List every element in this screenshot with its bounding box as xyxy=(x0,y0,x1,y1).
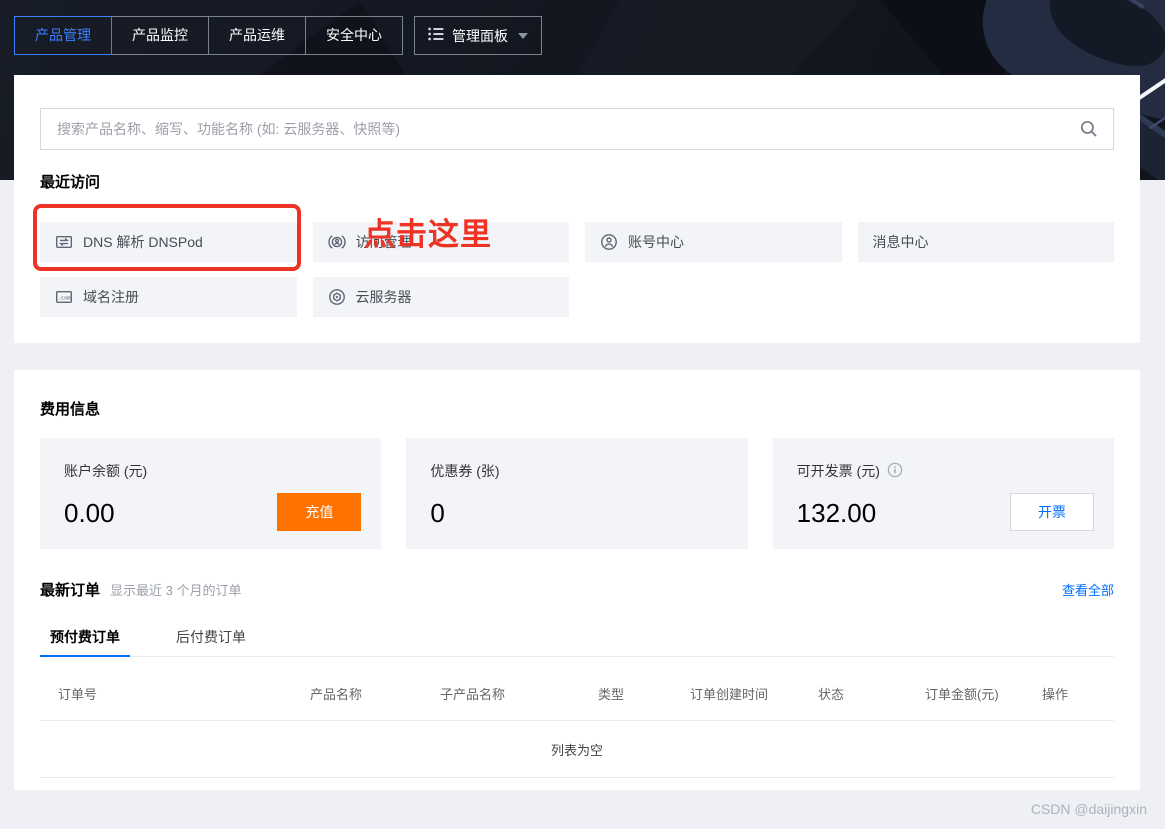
cam-icon xyxy=(327,233,346,251)
view-all-link[interactable]: 查看全部 xyxy=(1062,580,1114,599)
order-tabs: 预付费订单 后付费订单 xyxy=(40,618,1114,657)
col-order-id: 订单号 xyxy=(58,686,98,702)
orders-header: 最新订单 显示最近 3 个月的订单 查看全部 xyxy=(40,579,1114,600)
recent-access-grid: DNS 解析 DNSPod 访问管理 账号中心 消息中心 .com 域名注册 云… xyxy=(40,222,1114,317)
domain-icon: .com xyxy=(55,288,73,306)
billing-cards: 账户余额 (元) 0.00 充值 优惠券 (张) 0 可开发票 (元) 132.… xyxy=(40,438,1114,549)
management-panel-dropdown[interactable]: 管理面板 xyxy=(414,16,542,55)
search-input[interactable] xyxy=(41,121,1079,137)
recent-item-label: 域名注册 xyxy=(83,289,139,305)
col-type: 类型 xyxy=(598,686,625,702)
account-icon xyxy=(600,233,618,251)
product-search xyxy=(40,108,1114,150)
recent-access-title: 最近访问 xyxy=(40,174,101,191)
col-actions: 操作 xyxy=(1042,686,1069,702)
list-icon xyxy=(428,27,444,44)
col-subproduct-name: 子产品名称 xyxy=(440,686,506,702)
tab-prepaid-orders[interactable]: 预付费订单 xyxy=(40,618,130,657)
recent-item-account[interactable]: 账号中心 xyxy=(585,222,842,262)
info-icon[interactable] xyxy=(887,462,903,481)
recent-item-label: DNS 解析 DNSPod xyxy=(83,234,203,250)
tab-postpaid-orders[interactable]: 后付费订单 xyxy=(166,618,256,656)
cvm-icon xyxy=(328,288,346,306)
top-nav: 产品管理 产品监控 产品运维 安全中心 管理面板 xyxy=(14,16,542,55)
coupon-label: 优惠券 (张) xyxy=(430,463,500,479)
orders-table-header: 订单号 产品名称 子产品名称 类型 订单创建时间 状态 订单金额(元) 操作 xyxy=(40,666,1114,721)
balance-card: 账户余额 (元) 0.00 充值 xyxy=(40,438,382,549)
recent-item-message[interactable]: 消息中心 xyxy=(857,222,1114,262)
coupon-card: 优惠券 (张) 0 xyxy=(406,438,748,549)
recent-item-dns[interactable]: DNS 解析 DNSPod xyxy=(40,222,297,262)
click-here-annotation: 点击这里 xyxy=(364,217,492,252)
recent-item-label: 云服务器 xyxy=(355,289,412,305)
col-amount: 订单金额(元) xyxy=(925,686,999,702)
billing-title: 费用信息 xyxy=(40,401,101,418)
recent-item-label: 消息中心 xyxy=(872,234,929,250)
watermark: CSDN @daijingxin xyxy=(1030,801,1147,817)
issue-invoice-button[interactable]: 开票 xyxy=(1009,493,1094,531)
tab-security-center[interactable]: 安全中心 xyxy=(305,16,403,55)
management-panel-label: 管理面板 xyxy=(452,27,508,44)
col-created-time: 订单创建时间 xyxy=(690,686,769,702)
col-product-name: 产品名称 xyxy=(310,686,363,702)
invoice-label: 可开发票 (元) xyxy=(796,463,880,479)
balance-label: 账户余额 (元) xyxy=(64,463,148,479)
search-icon[interactable] xyxy=(1079,119,1099,139)
coupon-value: 0 xyxy=(430,498,445,528)
chevron-down-icon xyxy=(518,32,528,39)
tab-product-monitoring[interactable]: 产品监控 xyxy=(111,16,209,55)
orders-subtitle: 显示最近 3 个月的订单 xyxy=(110,583,242,598)
billing-orders-panel: 费用信息 账户余额 (元) 0.00 充值 优惠券 (张) 0 可开发票 (元)… xyxy=(14,370,1140,790)
col-status: 状态 xyxy=(818,686,845,702)
orders-title: 最新订单 xyxy=(40,582,101,599)
invoice-card: 可开发票 (元) 132.00 开票 xyxy=(772,438,1114,549)
empty-list-message: 列表为空 xyxy=(40,721,1114,778)
recent-item-cvm[interactable]: 云服务器 xyxy=(312,277,569,317)
dns-icon xyxy=(55,233,73,251)
tab-product-management[interactable]: 产品管理 xyxy=(14,16,112,55)
recent-item-domain[interactable]: .com 域名注册 xyxy=(40,277,297,317)
recharge-button[interactable]: 充值 xyxy=(277,493,362,531)
svg-text:.com: .com xyxy=(58,296,71,302)
recent-item-label: 账号中心 xyxy=(628,234,684,250)
tab-product-operations[interactable]: 产品运维 xyxy=(208,16,306,55)
quick-access-panel: 最近访问 DNS 解析 DNSPod 访问管理 账号中心 消息中心 .com xyxy=(14,75,1140,343)
